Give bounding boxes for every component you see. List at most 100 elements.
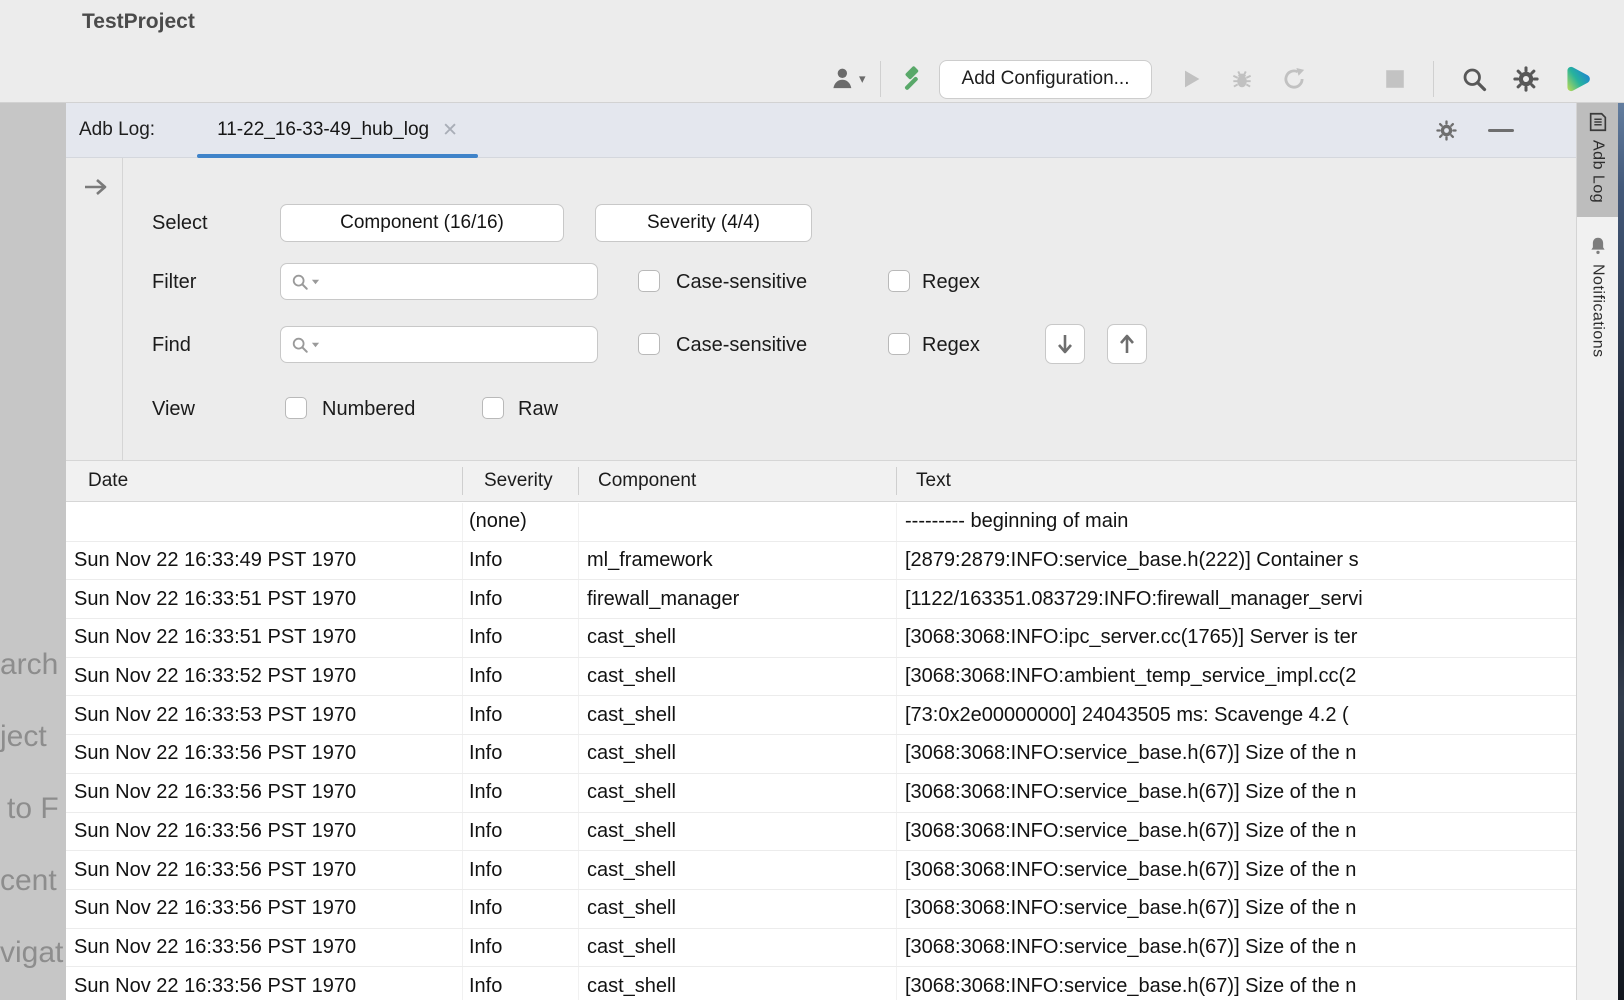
log-row[interactable]: (none) --------- beginning of main <box>66 503 1576 542</box>
log-cell-text: [2879:2879:INFO:service_base.h(222)] Con… <box>896 542 1576 580</box>
background-text-fragment: cent <box>0 864 57 898</box>
find-case-sensitive-label: Case-sensitive <box>676 334 807 357</box>
find-previous-button[interactable] <box>1107 324 1147 364</box>
log-cell-text: [3068:3068:INFO:ipc_server.cc(1765)] Ser… <box>896 619 1576 657</box>
column-divider[interactable] <box>578 467 579 495</box>
log-cell-date: Sun Nov 22 16:33:53 PST 1970 <box>66 704 462 727</box>
minimize-icon[interactable] <box>1488 129 1514 132</box>
search-icon[interactable] <box>1460 65 1488 93</box>
log-cell-text: --------- beginning of main <box>896 503 1576 541</box>
log-table-header: Date Severity Component Text <box>66 460 1576 502</box>
column-header-component[interactable]: Component <box>598 461 696 501</box>
tab-notifications-label: Notifications <box>1589 264 1607 358</box>
log-cell-severity: Info <box>462 658 578 696</box>
log-row[interactable]: Sun Nov 22 16:33:56 PST 1970 Info cast_s… <box>66 890 1576 929</box>
log-cell-text: [73:0x2e00000000] 24043505 ms: Scavenge … <box>896 696 1576 734</box>
raw-checkbox[interactable] <box>482 397 504 419</box>
panel-settings-gear-icon[interactable] <box>1435 119 1458 142</box>
log-row[interactable]: Sun Nov 22 16:33:51 PST 1970 Info firewa… <box>66 580 1576 619</box>
find-next-button[interactable] <box>1045 324 1085 364</box>
background-text-fragment: arch <box>0 648 58 682</box>
log-cell-component: cast_shell <box>578 696 896 734</box>
select-label: Select <box>152 212 208 235</box>
log-cell-text: [3068:3068:INFO:service_base.h(67)] Size… <box>896 929 1576 967</box>
find-search-field[interactable] <box>280 326 598 363</box>
column-header-severity[interactable]: Severity <box>484 461 553 501</box>
log-cell-severity: Info <box>462 619 578 657</box>
log-cell-text: [1122/163351.083729:INFO:firewall_manage… <box>896 580 1576 618</box>
document-icon <box>1587 111 1609 133</box>
column-header-text[interactable]: Text <box>916 461 951 501</box>
filter-label: Filter <box>152 271 196 294</box>
filter-panel: Select Component (16/16) Severity (4/4) … <box>66 158 1576 460</box>
log-cell-date: Sun Nov 22 16:33:56 PST 1970 <box>66 936 462 959</box>
log-cell-text: [3068:3068:INFO:service_base.h(67)] Size… <box>896 735 1576 773</box>
filter-regex-checkbox[interactable] <box>888 270 910 292</box>
log-cell-severity: Info <box>462 542 578 580</box>
log-cell-severity: (none) <box>462 503 578 541</box>
log-cell-severity: Info <box>462 890 578 928</box>
tab-adb-log-label: Adb Log <box>1589 140 1607 203</box>
tab-adb-log[interactable]: Adb Log <box>1577 103 1618 217</box>
filter-case-sensitive-checkbox[interactable] <box>638 270 660 292</box>
log-cell-text: [3068:3068:INFO:ambient_temp_service_imp… <box>896 658 1576 696</box>
log-cell-date: Sun Nov 22 16:33:56 PST 1970 <box>66 859 462 882</box>
log-row[interactable]: Sun Nov 22 16:33:56 PST 1970 Info cast_s… <box>66 967 1576 1000</box>
log-row[interactable]: Sun Nov 22 16:33:53 PST 1970 Info cast_s… <box>66 696 1576 735</box>
log-row[interactable]: Sun Nov 22 16:33:56 PST 1970 Info cast_s… <box>66 851 1576 890</box>
log-cell-text: [3068:3068:INFO:service_base.h(67)] Size… <box>896 774 1576 812</box>
log-row[interactable]: Sun Nov 22 16:33:52 PST 1970 Info cast_s… <box>66 658 1576 697</box>
log-cell-component: cast_shell <box>578 851 896 889</box>
log-row[interactable]: Sun Nov 22 16:33:56 PST 1970 Info cast_s… <box>66 774 1576 813</box>
window-title: TestProject <box>82 10 195 34</box>
panel-gutter <box>66 158 123 460</box>
filter-search-field[interactable] <box>280 263 598 300</box>
background-window-strip: arch ject to F cent vigat <box>0 103 66 1000</box>
find-case-sensitive-checkbox[interactable] <box>638 333 660 355</box>
numbered-checkbox[interactable] <box>285 397 307 419</box>
settings-gear-icon[interactable] <box>1512 65 1540 93</box>
arrow-down-icon <box>1055 333 1075 355</box>
bell-icon <box>1587 235 1609 257</box>
view-label: View <box>152 398 195 421</box>
tool-window-tab-strip: Adb Log Notifications <box>1576 103 1618 1000</box>
raw-label: Raw <box>518 398 558 421</box>
log-cell-date: Sun Nov 22 16:33:52 PST 1970 <box>66 665 462 688</box>
log-cell-date: Sun Nov 22 16:33:51 PST 1970 <box>66 626 462 649</box>
component-filter-button[interactable]: Component (16/16) <box>280 204 564 242</box>
log-file-tab[interactable]: 11-22_16-33-49_hub_log ✕ <box>197 103 478 158</box>
find-regex-checkbox[interactable] <box>888 333 910 355</box>
find-search-input[interactable] <box>322 327 597 362</box>
user-profile-icon[interactable] <box>830 66 856 92</box>
severity-filter-button[interactable]: Severity (4/4) <box>595 204 812 242</box>
log-row[interactable]: Sun Nov 22 16:33:56 PST 1970 Info cast_s… <box>66 929 1576 968</box>
toolbar-separator <box>880 61 881 97</box>
background-text-fragment: vigat <box>0 936 63 970</box>
log-cell-severity: Info <box>462 851 578 889</box>
add-configuration-button[interactable]: Add Configuration... <box>939 60 1153 99</box>
log-row[interactable]: Sun Nov 22 16:33:56 PST 1970 Info cast_s… <box>66 735 1576 774</box>
column-divider[interactable] <box>896 467 897 495</box>
device-sphere-icon[interactable] <box>1560 62 1594 96</box>
toolbar-separator <box>1433 61 1434 97</box>
build-hammer-icon[interactable] <box>895 64 925 94</box>
column-header-date[interactable]: Date <box>88 461 128 501</box>
log-row[interactable]: Sun Nov 22 16:33:56 PST 1970 Info cast_s… <box>66 813 1576 852</box>
tab-notifications[interactable]: Notifications <box>1577 227 1618 372</box>
log-cell-date: Sun Nov 22 16:33:56 PST 1970 <box>66 742 462 765</box>
chevron-down-icon[interactable]: ▾ <box>859 71 866 87</box>
log-cell-component: cast_shell <box>578 967 896 1000</box>
log-cell-severity: Info <box>462 774 578 812</box>
log-cell-date: Sun Nov 22 16:33:56 PST 1970 <box>66 975 462 998</box>
log-row[interactable]: Sun Nov 22 16:33:49 PST 1970 Info ml_fra… <box>66 542 1576 581</box>
log-cell-text: [3068:3068:INFO:service_base.h(67)] Size… <box>896 890 1576 928</box>
log-cell-component: cast_shell <box>578 735 896 773</box>
log-cell-component: firewall_manager <box>578 580 896 618</box>
expand-arrow-icon[interactable] <box>83 176 109 198</box>
adb-log-panel: Adb Log: 11-22_16-33-49_hub_log ✕ <box>66 103 1576 1000</box>
log-cell-date: Sun Nov 22 16:33:56 PST 1970 <box>66 781 462 804</box>
filter-search-input[interactable] <box>322 264 597 299</box>
column-divider[interactable] <box>462 467 463 495</box>
log-row[interactable]: Sun Nov 22 16:33:51 PST 1970 Info cast_s… <box>66 619 1576 658</box>
close-icon[interactable]: ✕ <box>442 121 458 140</box>
